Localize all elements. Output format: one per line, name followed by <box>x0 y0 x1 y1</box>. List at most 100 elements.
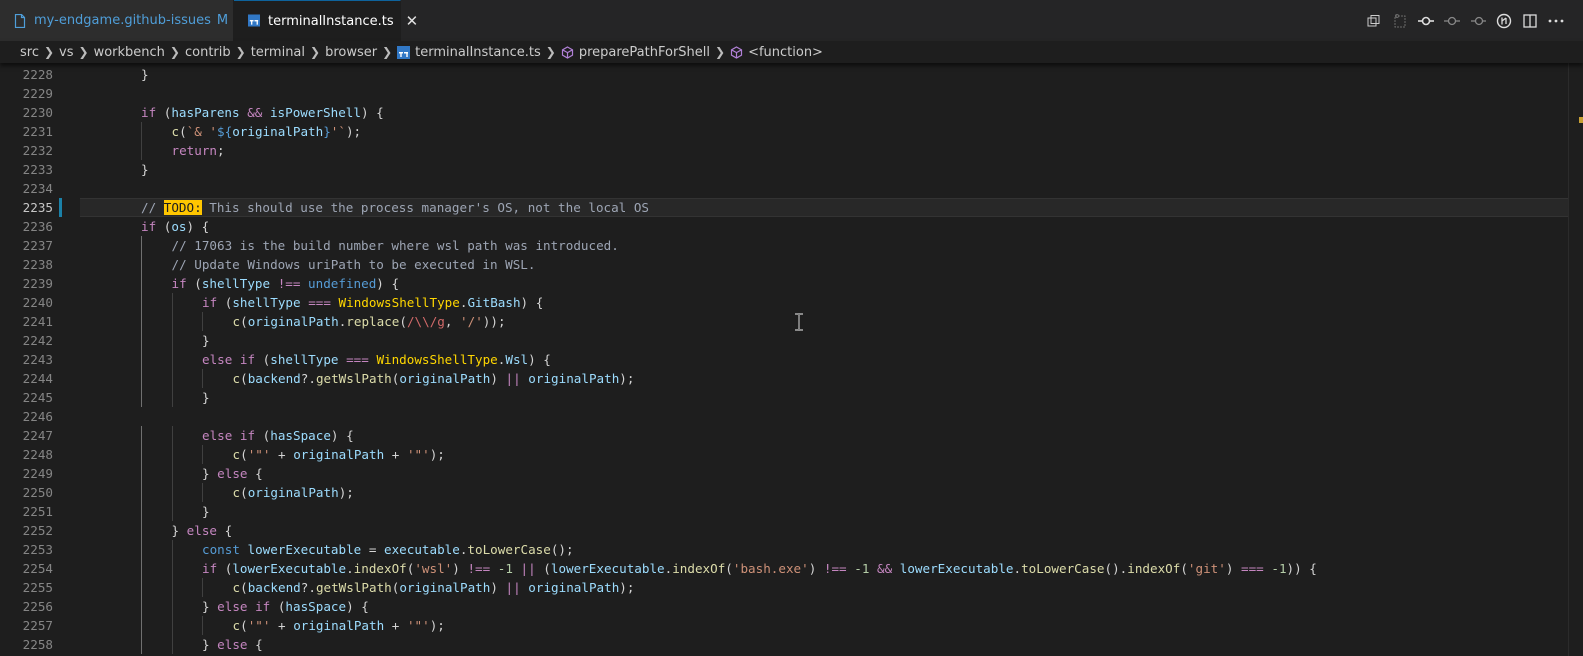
git-lens-icon[interactable] <box>1491 8 1517 34</box>
breadcrumb-item[interactable]: browser <box>325 45 377 60</box>
indent-guide <box>141 255 142 274</box>
indent-guide <box>171 559 173 578</box>
code-token: c <box>232 485 241 500</box>
close-icon[interactable]: ✕ <box>406 12 419 30</box>
code-line[interactable]: 2238 // Update Windows uriPath to be exec… <box>0 255 1583 274</box>
code-line[interactable]: 2256} else if (hasSpace) { <box>0 597 1583 616</box>
code-text: // TODO: This should use the process man… <box>141 198 649 217</box>
tab-label: my-endgame.github-issues <box>34 13 211 28</box>
indent-guide <box>171 597 173 616</box>
code-line[interactable]: 2258} else { <box>0 635 1583 654</box>
code-line[interactable]: 2236 if (os) { <box>0 217 1583 236</box>
code-line[interactable]: 2257 c('"' + originalPath + '"'); <box>0 616 1583 635</box>
code-token: WindowsShellType <box>338 295 460 310</box>
breadcrumb-item[interactable]: workbench <box>94 45 165 60</box>
code-line[interactable]: 2242} <box>0 331 1583 350</box>
code-token: indexOf <box>672 561 726 576</box>
chevron-right-icon: ❯ <box>715 45 726 59</box>
indent-guide <box>141 559 142 578</box>
code-line[interactable]: 2233} <box>0 160 1583 179</box>
code-line[interactable]: 2246 <box>0 407 1583 426</box>
code-token: )); <box>482 314 506 329</box>
code-line[interactable]: 2240 if (shellType === WindowsShellType.G… <box>0 293 1583 312</box>
code-text: } <box>202 388 210 407</box>
code-token: ( <box>240 485 248 500</box>
code-line[interactable]: 2231 c(`& '${originalPath}'`); <box>0 122 1583 141</box>
breadcrumb-symbol[interactable]: preparePathForShell <box>561 45 710 60</box>
code-line[interactable]: 2252} else { <box>0 521 1583 540</box>
method-cube-icon <box>730 45 743 59</box>
indent-guide <box>141 369 142 388</box>
indent-guide <box>171 388 173 407</box>
code-line[interactable]: 2234 <box>0 179 1583 198</box>
code-line[interactable]: 2245} <box>0 388 1583 407</box>
code-token: !== <box>277 276 301 291</box>
code-editor[interactable]: 2228} 2229 2230 if (hasParens && isPowerShe… <box>0 63 1583 656</box>
code-token: backend <box>247 371 301 386</box>
code-line[interactable]: 2232 return; <box>0 141 1583 160</box>
code-line[interactable]: 2254 if (lowerExecutable.indexOf('wsl') !… <box>0 559 1583 578</box>
code-text: c(backend?.getWslPath(originalPath) || o… <box>233 369 635 388</box>
indent-guide <box>202 312 203 331</box>
breadcrumb-symbol[interactable]: <function> <box>730 45 823 60</box>
code-token: c <box>232 580 241 595</box>
code-token: ); <box>429 447 445 462</box>
open-changes-icon[interactable] <box>1361 8 1387 34</box>
code-token: === <box>346 352 369 367</box>
typescript-file-icon <box>397 45 411 59</box>
code-token: else <box>217 637 248 652</box>
git-commit-icon[interactable] <box>1413 8 1439 34</box>
compare-icon[interactable] <box>1387 8 1413 34</box>
indent-guide <box>171 635 173 654</box>
code-token: === <box>1241 561 1264 576</box>
git-commit-prev-icon[interactable] <box>1439 8 1465 34</box>
code-token: This should use the process manager's OS… <box>201 200 650 215</box>
code-token: return <box>171 143 218 158</box>
code-line[interactable]: 2250 c(originalPath); <box>0 483 1583 502</box>
code-line[interactable]: 2237 // 17063 is the build number where w… <box>0 236 1583 255</box>
code-line[interactable]: 2244 c(backend?.getWslPath(originalPath) … <box>0 369 1583 388</box>
code-line[interactable]: 2243 else if (shellType === WindowsShellT… <box>0 350 1583 369</box>
code-text: if (hasParens && isPowerShell) { <box>141 103 384 122</box>
indent-guide <box>171 502 173 521</box>
method-cube-icon <box>561 45 574 59</box>
code-token: if <box>141 219 157 234</box>
more-actions-icon[interactable] <box>1543 8 1569 34</box>
code-text: c(`& '${originalPath}'`); <box>172 122 362 141</box>
breadcrumb-item[interactable]: src <box>20 45 39 60</box>
code-line[interactable]: 2247 else if (hasSpace) { <box>0 426 1583 445</box>
code-line[interactable]: 2255 c(backend?.getWslPath(originalPath) … <box>0 578 1583 597</box>
breadcrumb-item[interactable]: terminal <box>251 45 305 60</box>
split-editor-icon[interactable] <box>1517 8 1543 34</box>
code-line[interactable]: 2228} <box>0 65 1583 84</box>
code-token: , <box>444 314 461 329</box>
code-line[interactable]: 2229 <box>0 84 1583 103</box>
git-commit-next-icon[interactable] <box>1465 8 1491 34</box>
vertical-scrollbar[interactable] <box>1568 63 1583 656</box>
indent-guide <box>141 274 142 293</box>
breadcrumb-item[interactable]: vs <box>59 45 73 60</box>
line-number: 2240 <box>22 295 53 310</box>
code-token: ) <box>490 580 506 595</box>
code-token: . <box>1013 561 1022 576</box>
code-line[interactable]: 2241 c(originalPath.replace(/\\/g, '/')); <box>0 312 1583 331</box>
code-line[interactable]: 2235 // TODO: This should use the process… <box>0 198 1583 217</box>
code-token: 'bash.exe' <box>732 561 809 576</box>
code-token: (). <box>1104 561 1128 576</box>
code-line[interactable]: 2251} <box>0 502 1583 521</box>
breadcrumb-item[interactable]: contrib <box>185 45 231 60</box>
tab-my-endgame-github-issues[interactable]: my-endgame.github-issues M <box>0 0 234 41</box>
code-line[interactable]: 2239 if (shellType !== undefined) { <box>0 274 1583 293</box>
code-token: && <box>877 561 893 576</box>
indent-guide <box>141 236 142 255</box>
code-line[interactable]: 2230 if (hasParens && isPowerShell) { <box>0 103 1583 122</box>
code-line[interactable]: 2249} else { <box>0 464 1583 483</box>
code-line[interactable]: 2253 const lowerExecutable = executable.t… <box>0 540 1583 559</box>
code-token: else if <box>217 599 271 614</box>
code-token: else <box>217 466 248 481</box>
tab-terminalinstance-ts[interactable]: terminalInstance.ts ✕ <box>234 0 418 41</box>
breadcrumb-file[interactable]: terminalInstance.ts <box>397 45 541 60</box>
code-line[interactable]: 2248 c('"' + originalPath + '"'); <box>0 445 1583 464</box>
indent-guide <box>141 635 142 654</box>
line-number: 2239 <box>22 276 53 291</box>
